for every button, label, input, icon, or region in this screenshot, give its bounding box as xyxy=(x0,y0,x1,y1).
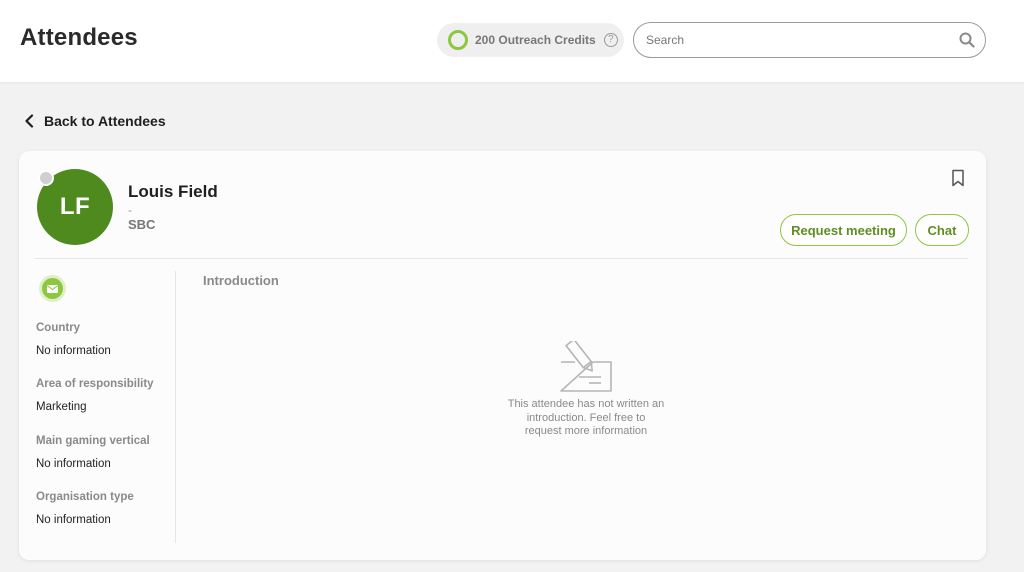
country-label: Country xyxy=(36,322,81,334)
outreach-credits-badge[interactable]: 200 Outreach Credits ? xyxy=(437,23,624,57)
envelope-icon xyxy=(47,284,58,293)
organisation-type-value: No information xyxy=(36,514,111,526)
column-divider xyxy=(175,271,176,543)
credits-ring-icon xyxy=(448,30,468,50)
area-of-responsibility-value: Marketing xyxy=(36,401,87,413)
help-circle-icon[interactable]: ? xyxy=(603,33,618,47)
email-button[interactable] xyxy=(39,275,66,302)
request-meeting-button[interactable]: Request meeting xyxy=(780,214,907,246)
main-gaming-vertical-label: Main gaming vertical xyxy=(36,435,150,447)
organisation-type-label: Organisation type xyxy=(36,491,134,503)
chat-button[interactable]: Chat xyxy=(915,214,969,246)
search-icon[interactable] xyxy=(959,32,975,48)
page-title: Attendees xyxy=(20,24,138,51)
attendee-name: Louis Field xyxy=(128,182,218,201)
search-box[interactable] xyxy=(633,22,986,58)
chevron-left-icon xyxy=(25,114,34,128)
presence-status-dot xyxy=(38,170,54,186)
back-to-attendees-link[interactable]: Back to Attendees xyxy=(24,113,166,129)
main-gaming-vertical-value: No information xyxy=(36,458,111,470)
empty-introduction-message: This attendee has not written an introdu… xyxy=(507,398,665,437)
area-of-responsibility-label: Area of responsibility xyxy=(36,378,154,390)
introduction-heading: Introduction xyxy=(203,273,279,288)
header-divider xyxy=(35,258,968,259)
attendee-job-title: - xyxy=(128,203,132,217)
credits-label: 200 Outreach Credits xyxy=(475,33,596,47)
attendee-company: SBC xyxy=(128,217,156,232)
top-header: Attendees 200 Outreach Credits ? xyxy=(0,0,1024,82)
edit-document-icon xyxy=(560,341,612,392)
country-value: No information xyxy=(36,345,111,357)
search-input[interactable] xyxy=(646,33,959,47)
back-link-label: Back to Attendees xyxy=(44,113,166,129)
bookmark-icon[interactable] xyxy=(950,169,966,187)
attendee-profile-card: LF Louis Field - SBC Request meeting Cha… xyxy=(19,151,986,560)
